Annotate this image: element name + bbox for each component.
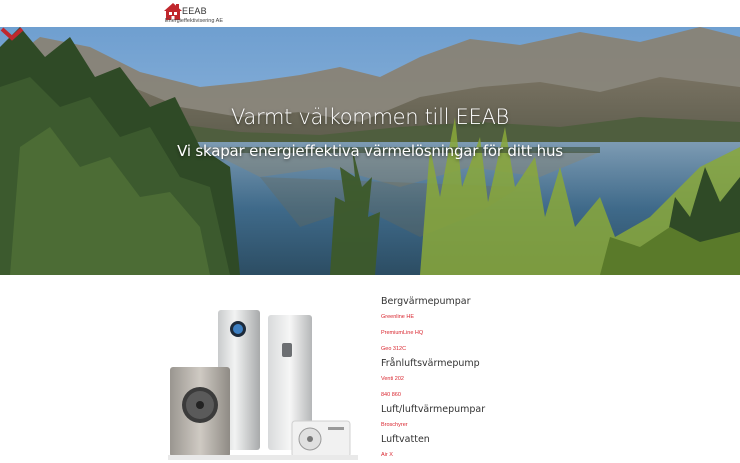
logo[interactable]: EEAB Energieffektivisering AE: [163, 2, 253, 26]
brand-name: EEAB: [182, 6, 207, 16]
hero-subtitle: Vi skapar energieffektiva värmelösningar…: [177, 142, 563, 160]
category-title-luft-luftvarmepumpar: Luft/luftvärmepumpar: [381, 404, 486, 415]
product-categories: Bergvärmepumpar Greenline HE PremiumLine…: [381, 295, 631, 463]
hero-banner: Varmt välkommen till EEAB Vi skapar ener…: [0, 27, 740, 275]
product-link-840-860[interactable]: 840 860: [381, 387, 631, 403]
hero-title: Varmt välkommen till EEAB: [230, 105, 509, 129]
category-title-luftvatten: Luftvatten: [381, 434, 430, 445]
product-link-premiumline-hq[interactable]: PremiumLine HQ: [381, 325, 631, 341]
product-link-air-x[interactable]: Air X: [381, 447, 631, 463]
heat-pump-product-image: [168, 310, 358, 460]
products-section: Bergvärmepumpar Greenline HE PremiumLine…: [0, 275, 740, 460]
top-bar: EEAB Energieffektivisering AE: [0, 0, 740, 27]
category-title-franluftsvarmepump: Frånluftsvärmepump: [381, 358, 480, 369]
product-link-greenline-he[interactable]: Greenline HE: [381, 309, 631, 325]
product-link-geo-312c[interactable]: Geo 312C: [381, 341, 631, 357]
chevron-down-icon[interactable]: [0, 27, 24, 41]
product-link-broschyrer[interactable]: Broschyrer: [381, 417, 631, 433]
brand-tagline: Energieffektivisering AE: [165, 18, 223, 24]
product-link-venti-202[interactable]: Venti 202: [381, 371, 631, 387]
category-title-bergvarmepumpar: Bergvärmepumpar: [381, 296, 471, 307]
